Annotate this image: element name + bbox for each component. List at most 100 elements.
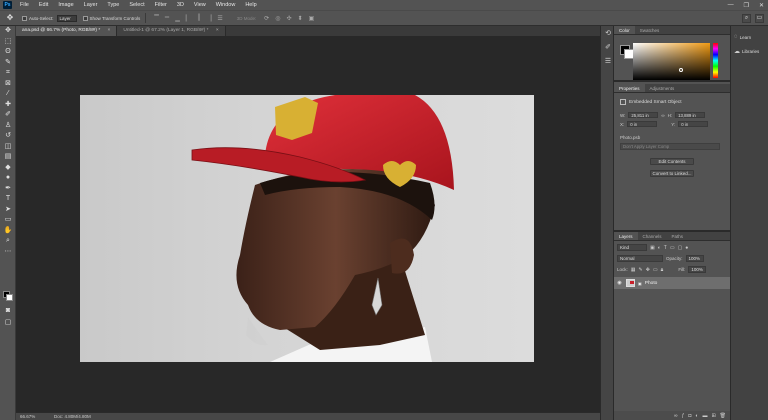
auto-select-dropdown[interactable]: Layer xyxy=(56,14,77,22)
zoom-level[interactable]: 66.67% xyxy=(20,414,50,419)
menu-type[interactable]: Type xyxy=(102,0,124,10)
lock-artboard-icon[interactable]: ▭ xyxy=(653,267,658,273)
auto-select-checkbox[interactable] xyxy=(22,15,27,21)
menu-3d[interactable]: 3D xyxy=(172,0,189,10)
3d-roll-icon[interactable]: ◎ xyxy=(275,15,280,22)
gradient-tool-icon[interactable]: ▤ xyxy=(0,152,16,163)
align-top-icon[interactable]: ▔ xyxy=(154,15,159,22)
more-tools-icon[interactable]: ⋯ xyxy=(0,247,16,258)
eraser-tool-icon[interactable]: ◫ xyxy=(0,142,16,153)
tab-paths[interactable]: Paths xyxy=(667,232,689,240)
lock-image-icon[interactable]: ✎ xyxy=(639,267,643,273)
adjustment-layer-icon[interactable]: ◐ xyxy=(695,413,698,419)
crop-tool-icon[interactable]: ⌗ xyxy=(0,68,16,79)
maximize-button[interactable]: ❐ xyxy=(744,2,749,9)
adjustment-filter-icon[interactable]: ◐ xyxy=(658,245,661,251)
eyedropper-tool-icon[interactable]: ⁄ xyxy=(0,89,16,100)
adjust-panel-icon[interactable]: ☰ xyxy=(601,56,615,68)
zoom-tool-icon[interactable]: ⌕ xyxy=(0,236,16,247)
quick-mask-icon[interactable]: ◙ xyxy=(0,306,16,317)
width-field[interactable]: 25,811 in xyxy=(628,112,659,118)
tab-properties[interactable]: Properties xyxy=(614,84,645,92)
menu-select[interactable]: Select xyxy=(124,0,149,10)
lock-position-icon[interactable]: ✥ xyxy=(646,267,650,273)
type-tool-icon[interactable]: T xyxy=(0,194,16,205)
minimize-button[interactable]: — xyxy=(728,2,734,8)
layer-comp-dropdown[interactable]: Don't Apply Layer Comp xyxy=(620,143,720,150)
menu-window[interactable]: Window xyxy=(211,0,241,10)
document-canvas-photo[interactable] xyxy=(80,95,534,362)
edit-contents-button[interactable]: Edit Contents xyxy=(650,158,694,165)
align-right-icon[interactable]: ▕ xyxy=(207,15,212,22)
lock-transparent-icon[interactable]: ▦ xyxy=(631,267,636,273)
opacity-field[interactable]: 100% xyxy=(685,255,704,262)
quick-select-tool-icon[interactable]: ✎ xyxy=(0,58,16,69)
brush-panel-icon[interactable]: ✐ xyxy=(601,42,615,54)
new-layer-icon[interactable]: ⊞ xyxy=(711,413,715,419)
menu-layer[interactable]: Layer xyxy=(79,0,103,10)
color-picker-field[interactable] xyxy=(633,43,710,80)
link-layers-icon[interactable]: ∞ xyxy=(674,413,678,419)
menu-help[interactable]: Help xyxy=(240,0,261,10)
path-select-tool-icon[interactable]: ➤ xyxy=(0,205,16,216)
hue-slider[interactable] xyxy=(713,43,718,78)
3d-drag-icon[interactable]: ✣ xyxy=(287,15,292,22)
workspace-icon[interactable]: ▭ xyxy=(755,14,764,23)
blur-tool-icon[interactable]: ◆ xyxy=(0,163,16,174)
history-panel-icon[interactable]: ⟲ xyxy=(601,28,615,40)
layer-row-photo[interactable]: ◉ ▣ Photo xyxy=(614,277,730,289)
tab-channels[interactable]: Channels xyxy=(638,232,667,240)
convert-to-linked-button[interactable]: Convert to Linked... xyxy=(650,170,694,177)
canvas-area[interactable] xyxy=(16,36,600,412)
search-icon[interactable]: ⌕ xyxy=(742,14,751,23)
shape-filter-icon[interactable]: ▭ xyxy=(670,245,675,251)
align-vcenter-icon[interactable]: ═ xyxy=(165,15,169,22)
blend-mode-dropdown[interactable]: Normal xyxy=(617,255,663,262)
add-mask-icon[interactable]: ◘ xyxy=(688,413,691,419)
layer-name[interactable]: Photo xyxy=(645,281,658,286)
fill-field[interactable]: 100% xyxy=(688,266,707,273)
tab-adjustments[interactable]: Adjustments xyxy=(645,84,680,92)
menu-filter[interactable]: Filter xyxy=(150,0,172,10)
tab-layers[interactable]: Layers xyxy=(614,232,638,240)
libraries-button[interactable]: ☁ Libraries xyxy=(734,48,768,55)
type-filter-icon[interactable]: T xyxy=(664,245,667,251)
new-group-icon[interactable]: ▬ xyxy=(702,413,707,419)
move-tool-icon[interactable]: ✥ xyxy=(0,26,16,37)
lasso-tool-icon[interactable]: ʘ xyxy=(0,47,16,58)
marquee-tool-icon[interactable]: ⬚ xyxy=(0,37,16,48)
delete-layer-icon[interactable]: 🗑︎ xyxy=(720,413,726,419)
y-field[interactable]: 0 in xyxy=(678,121,709,127)
shape-tool-icon[interactable]: ▭ xyxy=(0,215,16,226)
menu-file[interactable]: File xyxy=(15,0,34,10)
tab-untitled-1[interactable]: Untitled-1 @ 67.2% (Layer 1, RGB/8#) * × xyxy=(117,26,226,36)
healing-brush-tool-icon[interactable]: ✚ xyxy=(0,100,16,111)
pixel-filter-icon[interactable]: ▣ xyxy=(650,245,655,251)
pen-tool-icon[interactable]: ✒ xyxy=(0,184,16,195)
close-tab-icon[interactable]: × xyxy=(216,28,219,33)
learn-button[interactable]: ◌ Learn xyxy=(734,34,768,40)
link-icon[interactable]: ∞ xyxy=(661,113,664,118)
clone-stamp-tool-icon[interactable]: ♙ xyxy=(0,121,16,132)
filter-toggle-icon[interactable]: ● xyxy=(685,245,688,251)
menu-view[interactable]: View xyxy=(189,0,211,10)
history-brush-tool-icon[interactable]: ↺ xyxy=(0,131,16,142)
close-button[interactable]: ✕ xyxy=(759,2,764,9)
align-left-icon[interactable]: ▏ xyxy=(186,15,191,22)
filter-kind-dropdown[interactable]: Kind xyxy=(617,244,647,251)
menu-image[interactable]: Image xyxy=(53,0,78,10)
smart-filter-icon[interactable]: ▢ xyxy=(678,245,683,251)
document-size-info[interactable]: Doc: 4.80M/4.80M xyxy=(54,414,91,419)
align-bottom-icon[interactable]: ▁ xyxy=(175,15,180,22)
close-tab-icon[interactable]: × xyxy=(108,28,111,33)
x-field[interactable]: 0 in xyxy=(627,121,658,127)
fx-icon[interactable]: ƒ xyxy=(682,413,685,419)
move-tool-icon[interactable]: ✥ xyxy=(4,12,16,24)
lock-all-icon[interactable]: 🔒︎ xyxy=(661,267,664,273)
3d-rotate-icon[interactable]: ⟳ xyxy=(264,15,269,22)
tab-color[interactable]: Color xyxy=(614,26,635,34)
color-picker-cursor[interactable] xyxy=(679,68,683,72)
tab-ana-psd[interactable]: ana.psd @ 66.7% (Photo, RGB/8#) * × xyxy=(16,26,118,36)
hand-tool-icon[interactable]: ✋ xyxy=(0,226,16,237)
brush-tool-icon[interactable]: ✐ xyxy=(0,110,16,121)
